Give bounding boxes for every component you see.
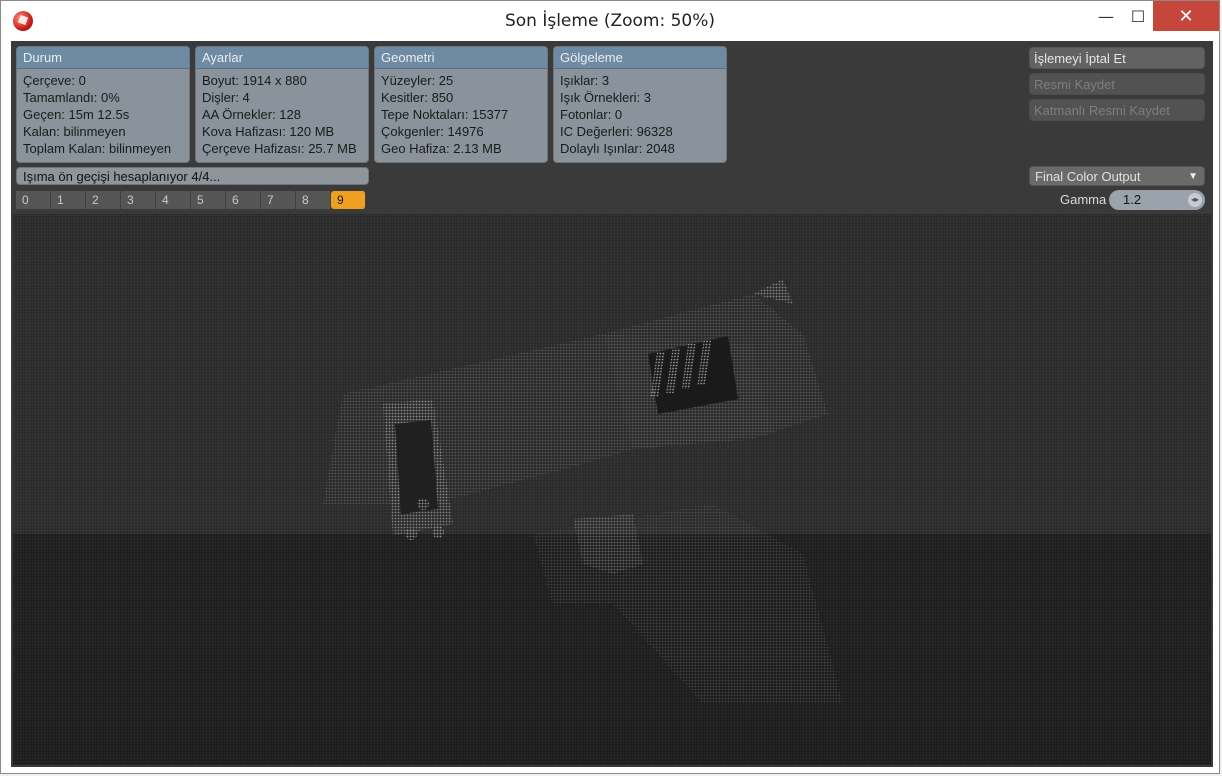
panel-title: Ayarlar <box>196 47 368 69</box>
pass-button[interactable]: 3 <box>121 191 156 209</box>
status-panel: Durum Çerçeve: 0 Tamamlandı: 0% Geçen: 1… <box>16 46 190 163</box>
output-buffer-dropdown[interactable]: Final Color Output ▼ <box>1029 166 1205 186</box>
stepper-arrows-icon[interactable]: ◂▸ <box>1188 193 1202 207</box>
pass-button[interactable]: 4 <box>156 191 191 209</box>
render-preview-image <box>13 214 1211 765</box>
size-line: Boyut: 1914 x 880 <box>202 73 307 88</box>
shading-panel: Gölgeleme Işıklar: 3 Işık Örnekleri: 3 F… <box>553 46 727 163</box>
threads-line: Dişler: 4 <box>202 90 250 105</box>
gamma-label: Gamma <box>1060 192 1107 207</box>
output-buffer-value: Final Color Output <box>1035 169 1141 184</box>
completed-line: Tamamlandı: 0% <box>23 90 120 105</box>
pass-button[interactable]: 7 <box>261 191 296 209</box>
rendered-gun-model <box>323 279 843 704</box>
pass-button[interactable]: 2 <box>86 191 121 209</box>
close-button[interactable]: ✕ <box>1153 1 1219 31</box>
photons-line: Fotonlar: 0 <box>560 107 623 122</box>
panel-title: Geometri <box>375 47 547 69</box>
save-image-button[interactable]: Resmi Kaydet <box>1029 73 1205 95</box>
title-bar[interactable]: Son İşleme (Zoom: 50%) — ☐ ✕ <box>1 1 1219 41</box>
pass-button-active[interactable]: 9 <box>331 191 366 209</box>
geo-memory-line: Geo Hafiza: 2.13 MB <box>381 141 502 156</box>
render-pass-selector: 0 1 2 3 4 5 6 7 8 9 <box>16 191 366 209</box>
gamma-input[interactable]: 1.2 ◂▸ <box>1109 190 1205 210</box>
pass-button[interactable]: 8 <box>296 191 331 209</box>
pass-button[interactable]: 0 <box>16 191 51 209</box>
window-title: Son İşleme (Zoom: 50%) <box>504 11 716 31</box>
render-window: Son İşleme (Zoom: 50%) — ☐ ✕ Durum Çerçe… <box>0 0 1220 774</box>
ic-values-line: IC Değerleri: 96328 <box>560 124 673 139</box>
segments-line: Kesitler: 850 <box>381 90 454 105</box>
frame-memory-line: Çerçeve Hafizası: 25.7 MB <box>202 141 357 156</box>
save-layered-image-button[interactable]: Katmanlı Resmi Kaydet <box>1029 99 1205 121</box>
lights-line: Işıklar: 3 <box>560 73 610 88</box>
geometry-panel: Geometri Yüzeyler: 25 Kesitler: 850 Tepe… <box>374 46 548 163</box>
frame-line: Çerçeve: 0 <box>23 73 86 88</box>
light-samples-line: Işık Örnekleri: 3 <box>560 90 652 105</box>
render-client-area: Durum Çerçeve: 0 Tamamlandı: 0% Geçen: 1… <box>11 41 1213 767</box>
pass-button[interactable]: 6 <box>226 191 261 209</box>
render-status-bar: Işıma ön geçişi hesaplanıyor 4/4... <box>16 167 369 185</box>
panel-title: Gölgeleme <box>554 47 726 69</box>
aa-samples-line: AA Örnekler: 128 <box>202 107 301 122</box>
pass-button[interactable]: 5 <box>191 191 226 209</box>
cancel-render-button[interactable]: İşlemeyi İptal Et <box>1029 47 1205 69</box>
surfaces-line: Yüzeyler: 25 <box>381 73 454 88</box>
total-remaining-line: Toplam Kalan: bilinmeyen <box>23 141 172 156</box>
elapsed-line: Geçen: 15m 12.5s <box>23 107 130 122</box>
pass-button[interactable]: 1 <box>51 191 86 209</box>
indirect-rays-line: Dolaylı Işınlar: 2048 <box>560 141 675 156</box>
chevron-down-icon: ▼ <box>1188 171 1198 182</box>
polygons-line: Çokgenler: 14976 <box>381 124 484 139</box>
bucket-memory-line: Kova Hafizası: 120 MB <box>202 124 335 139</box>
panel-title: Durum <box>17 47 189 69</box>
settings-panel: Ayarlar Boyut: 1914 x 880 Dişler: 4 AA Ö… <box>195 46 369 163</box>
gamma-value: 1.2 <box>1123 192 1142 207</box>
vertices-line: Tepe Noktaları: 15377 <box>381 107 509 122</box>
remaining-line: Kalan: bilinmeyen <box>23 124 126 139</box>
